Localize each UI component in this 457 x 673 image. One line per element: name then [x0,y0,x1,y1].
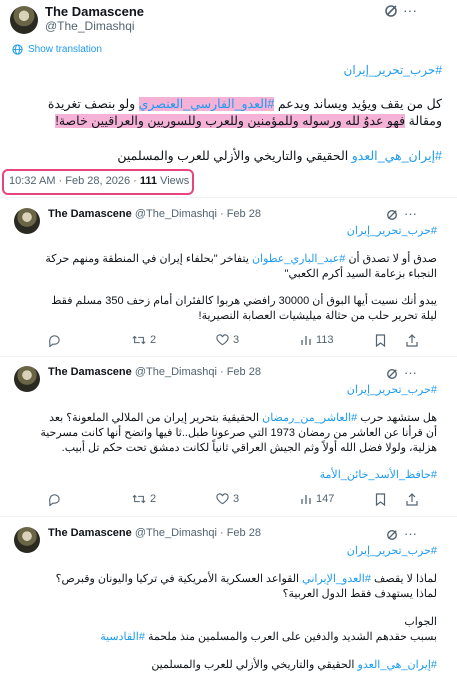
more-icon[interactable]: ··· [404,365,417,380]
reply-body: صدق أو لا تصدق أن #عبد_الباري_عطوان يتفا… [37,252,437,324]
retweet-button[interactable]: 2 [132,334,156,346]
avatar[interactable] [14,366,40,392]
reply-icon [48,334,61,347]
body-text: الجواب [404,616,437,628]
hashtag-link[interactable]: #عبد_الباري_عطوان [252,253,345,265]
body-line-2: ومقالة فهو عدوٌ لله ورسوله وللمؤمنين ولل… [12,113,442,130]
grok-icon[interactable] [386,529,398,541]
author-name[interactable]: The Damascene [48,366,132,378]
body-text: ليلة تحرير حلب من حثالة ميليشيات العصابة… [198,310,437,322]
grok-icon[interactable] [386,209,398,221]
body-text: ولو بنصف تغريدة [47,97,136,111]
more-icon[interactable]: ··· [404,206,417,221]
views-button[interactable]: 113 [300,334,334,346]
show-translation-link[interactable]: Show translation [28,44,102,55]
heart-icon [216,493,229,505]
body-text: لماذا يستهدف فقط الدول العربية؟ [282,588,437,600]
reply-header: The Damascene @The_Dimashqi · Feb 28 [48,366,261,378]
body-text: بسبب حقدهم الشديد والدفين على العرب والم… [148,631,437,643]
more-icon[interactable]: ··· [403,2,417,18]
bar-chart-icon [300,334,312,346]
author-name[interactable]: The Damascene [45,4,144,19]
author-name[interactable]: The Damascene [48,527,132,539]
reply-icon [48,493,61,506]
divider [0,197,457,198]
like-button[interactable]: 3 [216,493,239,505]
share-icon[interactable] [406,493,418,506]
view-count: 113 [316,334,334,346]
like-button[interactable]: 3 [216,334,239,346]
heart-icon [216,334,229,346]
reply-button[interactable] [48,493,61,506]
reply-header: The Damascene @The_Dimashqi · Feb 28 [48,527,261,539]
hashtag-link[interactable]: #العدو_الفارسي_العنصري [138,97,275,111]
hashtag-link[interactable]: #حافظ_الأسد_خائن_الأمة [17,468,437,483]
hashtag-link[interactable]: #إيران_هي_العدو [358,659,437,671]
hashtag-link[interactable]: #العاشر_من_رمضان [262,412,357,424]
body-text: الحقيقي والتاريخي والأزلي للعرب والمسلمي… [117,149,349,163]
reply-body: لماذا لا يقصف #العدو_الإيراني القواعد ال… [17,572,437,673]
body-line-1: كل من يقف ويؤيد ويساند ويدعم #العدو_الفا… [12,96,442,113]
timestamp-text: 10:32 AM · Feb 28, 2026 · [9,175,140,187]
body-text: هل ستشهد حرب [360,412,437,424]
body-text: ومقالة [408,114,442,128]
body-text: الحقيقية بتحرير إيران من الملالي الملعون… [49,412,260,424]
retweet-button[interactable]: 2 [132,493,156,505]
globe-icon [12,44,23,55]
divider [0,356,457,357]
hashtag-link[interactable]: #حرب_تحرير_إيران [347,383,437,396]
avatar[interactable] [14,208,40,234]
body-text: هزلية، ولولا فضل الله أولاً وثم الجيش ال… [61,442,437,454]
like-count: 3 [233,334,240,346]
body-text: لماذا لا يقصف [374,573,437,585]
hashtag-link[interactable]: #إيران_هي_العدو [352,149,442,163]
body-line-3: #إيران_هي_العدو الحقيقي والتاريخي والأزل… [117,148,442,163]
body-text: كل من يقف ويؤيد ويساند ويدعم [277,97,442,111]
body-text: يتفاخر "بحلفاء إيران في المنطقة ومنهم حر… [45,253,249,265]
reply-header: The Damascene @The_Dimashqi · Feb 28 [48,208,261,220]
hashtag-link[interactable]: #حرب_تحرير_إيران [347,544,437,557]
author-name[interactable]: The Damascene [48,208,132,220]
reply-body: هل ستشهد حرب #العاشر_من_رمضان الحقيقية ب… [17,411,437,483]
author-handle[interactable]: @The_Dimashqi [45,19,135,33]
views-button[interactable]: 147 [300,493,334,505]
tweet-body: كل من يقف ويؤيد ويساند ويدعم #العدو_الفا… [12,96,442,130]
retweet-count: 2 [150,493,157,505]
like-count: 3 [233,493,240,505]
author-handle[interactable]: @The_Dimashqi · Feb 28 [135,208,261,220]
grok-icon[interactable] [384,4,398,18]
divider [0,516,457,517]
retweet-icon [132,334,146,346]
views-count: 111 [139,175,157,187]
hashtag-link[interactable]: #حرب_تحرير_إيران [344,63,442,77]
share-icon[interactable] [406,334,418,347]
bar-chart-icon [300,493,312,505]
timestamp[interactable]: 10:32 AM · Feb 28, 2026 · 111 Views [9,175,189,187]
author-handle[interactable]: @The_Dimashqi · Feb 28 [135,527,261,539]
retweet-icon [132,493,146,505]
body-text: القواعد العسكرية الأمريكية في تركيا والي… [55,573,300,585]
grok-icon[interactable] [386,368,398,380]
avatar[interactable] [14,527,40,553]
bookmark-icon[interactable] [375,334,386,347]
highlighted-text: فهو عدوٌ لله ورسوله وللمؤمنين وللعرب ولل… [55,114,406,128]
hashtag-link[interactable]: #العدو_الإيراني [302,573,371,585]
body-text: صدق أو لا تصدق أن [348,253,437,265]
retweet-count: 2 [150,334,157,346]
body-text: النجباء بزعامة السيد أكرم الكعبي" [284,268,437,280]
body-text: أن قرأنا عن العاشر من رمضان 1973 التي صر… [40,427,437,439]
body-text: يبدو أنك نسيت أيها البوق أن 30000 رافضي … [51,295,437,307]
reply-button[interactable] [48,334,61,347]
body-text: الحقيقي والتاريخي والأزلي للعرب والمسلمي… [151,659,355,671]
author-handle[interactable]: @The_Dimashqi · Feb 28 [135,366,261,378]
avatar[interactable] [10,6,38,34]
view-count: 147 [316,493,335,505]
more-icon[interactable]: ··· [404,526,417,541]
hashtag-link[interactable]: #حرب_تحرير_إيران [347,224,437,237]
views-label: Views [160,175,190,187]
hashtag-link[interactable]: #القادسية [100,631,145,643]
translate-row[interactable]: Show translation [12,44,102,55]
bookmark-icon[interactable] [375,493,386,506]
